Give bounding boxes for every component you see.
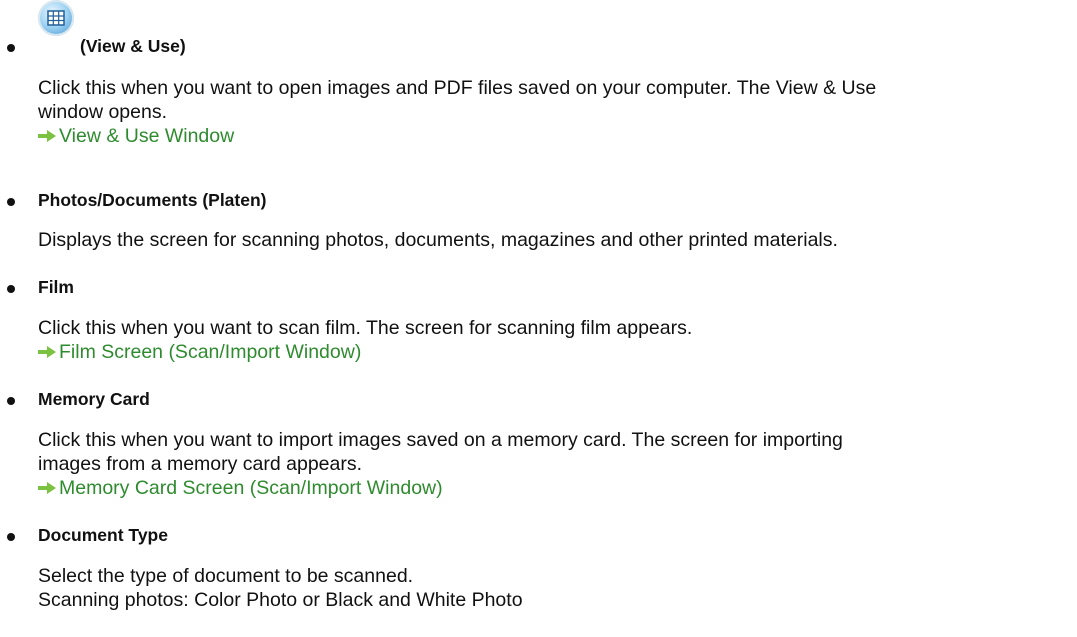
description-line: Click this when you want to scan film. T… — [38, 317, 693, 339]
item-heading: Photos/Documents (Platen) — [38, 190, 267, 210]
link-label: Memory Card Screen (Scan/Import Window) — [59, 477, 443, 499]
item-description: Click this when you want to import image… — [38, 428, 1068, 500]
bullet-icon — [7, 397, 15, 405]
bullet-icon — [7, 198, 15, 206]
item-heading: Memory Card — [38, 389, 150, 409]
item-description: Displays the screen for scanning photos,… — [38, 228, 1068, 252]
view-use-window-link[interactable]: View & Use Window — [38, 124, 1068, 148]
arrow-right-icon — [38, 482, 56, 494]
view-use-icon[interactable] — [38, 0, 74, 36]
item-description: Click this when you want to scan film. T… — [38, 316, 1068, 364]
item-description: Click this when you want to open images … — [38, 76, 1068, 148]
description-line: Scanning photos: Color Photo or Black an… — [38, 589, 523, 611]
description-line: images from a memory card appears. — [38, 453, 363, 475]
arrow-right-icon — [38, 130, 56, 142]
bullet-icon — [7, 533, 15, 541]
description-line: Click this when you want to open images … — [38, 77, 877, 99]
memory-card-screen-link[interactable]: Memory Card Screen (Scan/Import Window) — [38, 476, 1068, 500]
bullet-icon — [7, 285, 15, 293]
link-label: Film Screen (Scan/Import Window) — [59, 341, 362, 363]
item-description: Select the type of document to be scanne… — [38, 564, 1068, 612]
description-line: Displays the screen for scanning photos,… — [38, 229, 838, 251]
description-line: Select the type of document to be scanne… — [38, 565, 414, 587]
description-line: Click this when you want to import image… — [38, 429, 843, 451]
link-label: View & Use Window — [59, 125, 235, 147]
help-page: (View & Use) Click this when you want to… — [0, 0, 1077, 637]
arrow-right-icon — [38, 346, 56, 358]
description-line: window opens. — [38, 101, 167, 123]
item-heading: Film — [38, 277, 74, 297]
bullet-icon — [7, 44, 15, 52]
film-screen-link[interactable]: Film Screen (Scan/Import Window) — [38, 340, 1068, 364]
item-heading: (View & Use) — [80, 36, 186, 56]
item-heading: Document Type — [38, 525, 168, 545]
